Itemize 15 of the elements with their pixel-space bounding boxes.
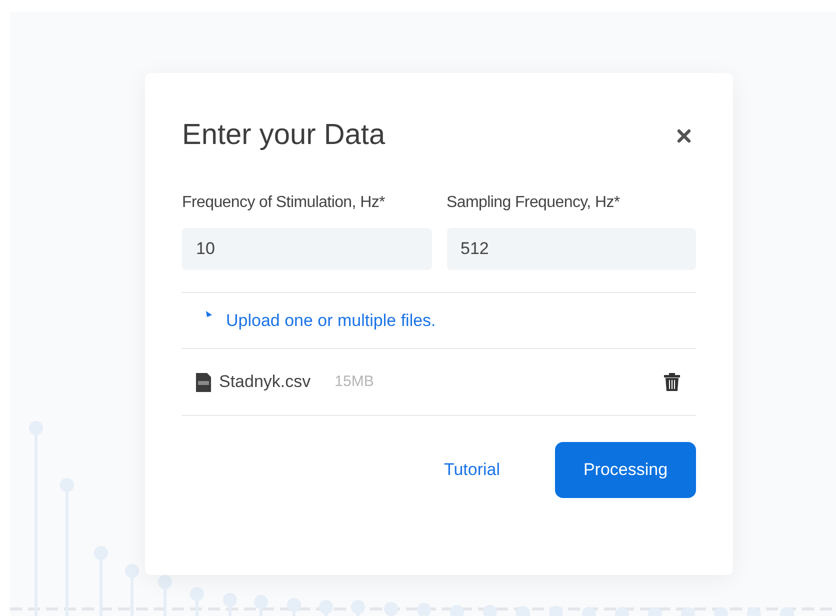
input-field[interactable]: 10 <box>182 228 432 270</box>
input-field[interactable]: 512 <box>446 228 696 270</box>
file-name: Stadnyk.csv <box>219 371 311 394</box>
upload-icon <box>206 311 212 317</box>
close-icon[interactable] <box>677 128 691 142</box>
dialog-title: Enter your Data <box>182 121 386 150</box>
field-label: Sampling Frequency, Hz* <box>446 193 621 213</box>
csv-file-icon <box>196 372 211 392</box>
file-size: 15MB <box>334 372 374 392</box>
delete-icon[interactable] <box>664 373 680 391</box>
upload-link[interactable]: Upload one or multiple files. <box>226 308 436 334</box>
tutorial-link[interactable]: Tutorial <box>444 457 500 483</box>
processing-button[interactable]: Processing <box>555 442 696 498</box>
field-label: Frequency of Stimulation, Hz* <box>182 193 386 213</box>
plot-stem <box>158 575 172 616</box>
